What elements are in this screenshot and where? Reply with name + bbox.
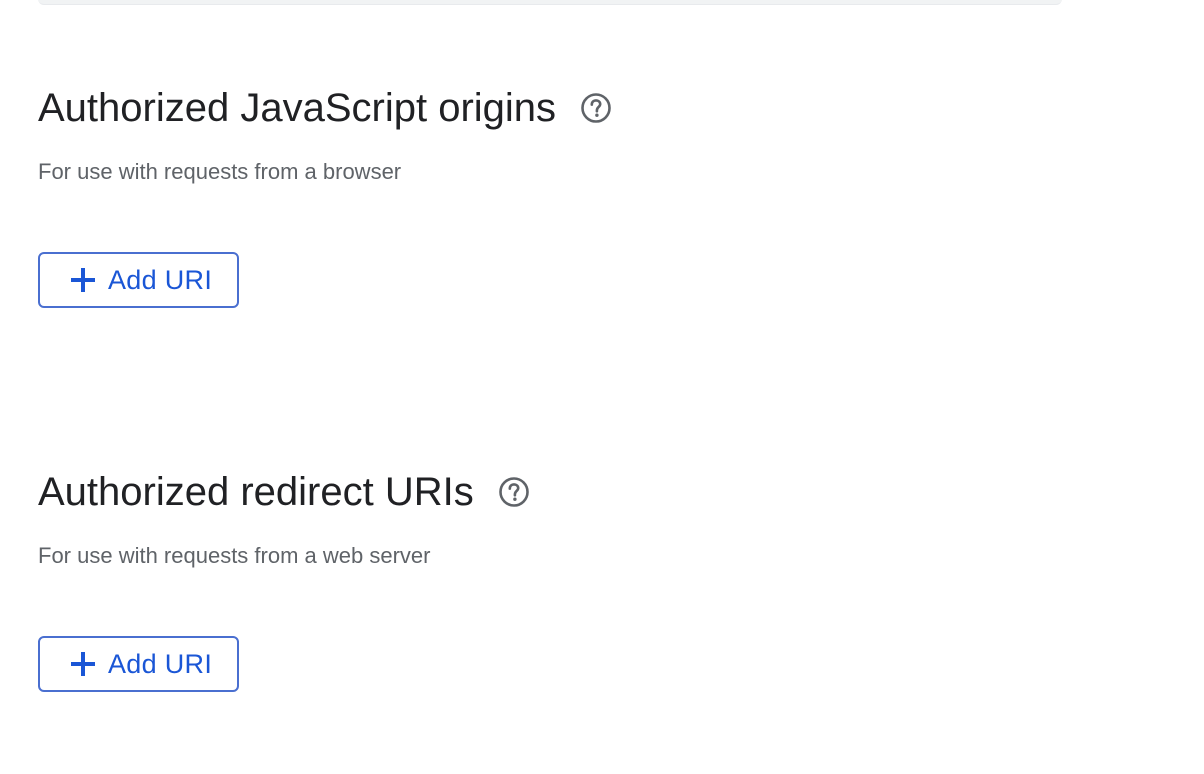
plus-icon <box>68 265 98 295</box>
add-uri-label: Add URI <box>108 648 213 679</box>
js-origins-subtitle: For use with requests from a browser <box>38 159 402 184</box>
redirect-uris-subtitle: For use with requests from a web server <box>38 543 431 568</box>
oauth-client-settings-page: Authorized JavaScript origins For use wi… <box>0 0 1204 774</box>
js-origins-heading-row: Authorized JavaScript origins <box>38 84 612 132</box>
help-circle-icon[interactable] <box>580 92 612 124</box>
add-uri-label: Add URI <box>108 264 213 295</box>
js-origins-section: Authorized JavaScript origins For use wi… <box>38 84 612 308</box>
previous-section-edge <box>38 0 1062 5</box>
redirect-uris-title: Authorized redirect URIs <box>38 470 474 514</box>
redirect-uris-section: Authorized redirect URIs For use with re… <box>38 468 530 692</box>
js-origins-title: Authorized JavaScript origins <box>38 86 557 130</box>
redirect-uris-heading-row: Authorized redirect URIs <box>38 468 530 516</box>
plus-icon <box>68 649 98 679</box>
help-circle-icon[interactable] <box>498 476 530 508</box>
add-js-origin-uri-button[interactable]: Add URI <box>38 252 239 308</box>
add-redirect-uri-button[interactable]: Add URI <box>38 636 239 692</box>
